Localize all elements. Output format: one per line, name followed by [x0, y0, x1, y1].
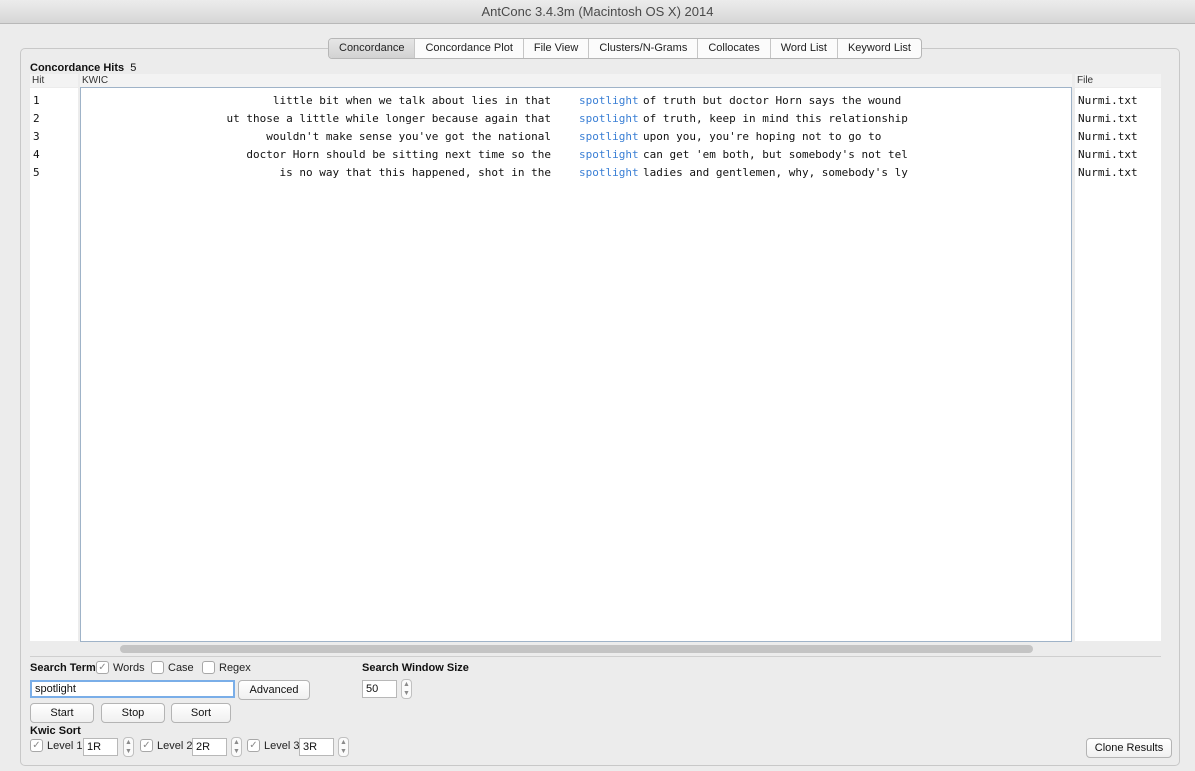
kwic-node-word[interactable]: spotlight: [579, 146, 639, 164]
level-3-stepper[interactable]: ▲ ▼: [338, 737, 349, 757]
search-term-label: Search Term: [30, 662, 96, 674]
kwic-results-pane[interactable]: little bit when we talk about lies in th…: [80, 87, 1072, 642]
tool-tabs: Concordance Concordance Plot File View C…: [328, 38, 922, 59]
words-option[interactable]: ✓ Words: [96, 661, 145, 674]
concordance-hits-count: 5: [130, 62, 137, 74]
window-title-bar: AntConc 3.4.3m (Macintosh OS X) 2014: [0, 0, 1195, 24]
level-2-stepper[interactable]: ▲ ▼: [231, 737, 242, 757]
kwic-row[interactable]: wouldn't make sense you've got the natio…: [81, 128, 1071, 146]
level-2-input[interactable]: [192, 738, 227, 756]
file-name[interactable]: Nurmi.txt: [1078, 146, 1138, 164]
kwic-right-context: of truth but doctor Horn says the wound: [643, 94, 902, 107]
level-1-option[interactable]: ✓ Level 1: [30, 739, 82, 752]
tab-word-list[interactable]: Word List: [769, 39, 837, 58]
words-label: Words: [113, 661, 145, 674]
level-2-option[interactable]: ✓ Level 2: [140, 739, 192, 752]
tab-clusters-ngrams[interactable]: Clusters/N-Grams: [588, 39, 697, 58]
file-name[interactable]: Nurmi.txt: [1078, 92, 1138, 110]
hit-column-header[interactable]: Hit: [30, 74, 78, 87]
kwic-right-context: upon you, you're hoping not to go to: [643, 130, 882, 143]
concordance-hits-label: Concordance Hits: [30, 62, 125, 74]
level-2-checkbox[interactable]: ✓: [140, 739, 153, 752]
kwic-row[interactable]: ut those a little while longer because a…: [81, 110, 1071, 128]
level-3-input[interactable]: [299, 738, 334, 756]
level-1-checkbox[interactable]: ✓: [30, 739, 43, 752]
concordance-hits: Concordance Hits 5: [30, 62, 136, 74]
search-window-size-input[interactable]: [362, 680, 397, 698]
level-3-checkbox[interactable]: ✓: [247, 739, 260, 752]
search-term-input[interactable]: [30, 680, 235, 698]
level-3-label: Level 3: [264, 739, 300, 752]
kwic-right-context: of truth, keep in mind this relationship: [643, 112, 908, 125]
kwic-right-context: ladies and gentlemen, why, somebody's ly: [643, 166, 908, 179]
case-checkbox[interactable]: [151, 661, 164, 674]
case-label: Case: [168, 661, 194, 674]
tab-collocates[interactable]: Collocates: [697, 39, 769, 58]
regex-option[interactable]: Regex: [202, 661, 251, 674]
kwic-right-context: can get 'em both, but somebody's not tel: [643, 148, 908, 161]
kwic-column-header[interactable]: KWIC: [80, 74, 1072, 87]
window-title: AntConc 3.4.3m (Macintosh OS X) 2014: [481, 4, 714, 19]
level-1-label: Level 1: [47, 739, 83, 752]
level-2-label: Level 2: [157, 739, 193, 752]
hit-column[interactable]: 1 2 3 4 5: [30, 88, 78, 641]
hit-number[interactable]: 3: [33, 128, 40, 146]
kwic-left-context: ut those a little while longer because a…: [226, 112, 551, 125]
regex-checkbox[interactable]: [202, 661, 215, 674]
file-column[interactable]: Nurmi.txt Nurmi.txt Nurmi.txt Nurmi.txt …: [1075, 88, 1161, 641]
clone-results-button[interactable]: Clone Results: [1086, 738, 1172, 758]
kwic-left-context: doctor Horn should be sitting next time …: [246, 148, 551, 161]
kwic-row[interactable]: little bit when we talk about lies in th…: [81, 92, 1071, 110]
kwic-node-word[interactable]: spotlight: [579, 110, 639, 128]
file-name[interactable]: Nurmi.txt: [1078, 128, 1138, 146]
tab-keyword-list[interactable]: Keyword List: [836, 39, 921, 58]
level-1-stepper[interactable]: ▲ ▼: [123, 737, 134, 757]
advanced-button[interactable]: Advanced: [238, 680, 310, 700]
regex-label: Regex: [219, 661, 251, 674]
kwic-left-context: is no way that this happened, shot in th…: [279, 166, 551, 179]
kwic-node-word[interactable]: spotlight: [579, 128, 639, 146]
file-column-header[interactable]: File: [1075, 74, 1161, 87]
tab-concordance-plot[interactable]: Concordance Plot: [414, 39, 522, 58]
kwic-left-context: little bit when we talk about lies in th…: [272, 94, 551, 107]
level-1-input[interactable]: [83, 738, 118, 756]
level-3-option[interactable]: ✓ Level 3: [247, 739, 299, 752]
stop-button[interactable]: Stop: [101, 703, 165, 723]
kwic-sort-label: Kwic Sort: [30, 725, 81, 737]
words-checkbox[interactable]: ✓: [96, 661, 109, 674]
kwic-row[interactable]: is no way that this happened, shot in th…: [81, 164, 1071, 182]
hit-number[interactable]: 5: [33, 164, 40, 182]
kwic-node-word[interactable]: spotlight: [579, 92, 639, 110]
kwic-left-context: wouldn't make sense you've got the natio…: [266, 130, 551, 143]
file-name[interactable]: Nurmi.txt: [1078, 164, 1138, 182]
hit-number[interactable]: 4: [33, 146, 40, 164]
divider: [30, 656, 1161, 657]
start-button[interactable]: Start: [30, 703, 94, 723]
search-window-size-stepper[interactable]: ▲ ▼: [401, 679, 412, 699]
kwic-node-word[interactable]: spotlight: [579, 164, 639, 182]
horizontal-scrollbar[interactable]: [120, 645, 1033, 653]
search-window-size-label: Search Window Size: [362, 662, 469, 674]
case-option[interactable]: Case: [151, 661, 194, 674]
tab-concordance[interactable]: Concordance: [329, 39, 415, 58]
hit-number[interactable]: 2: [33, 110, 40, 128]
kwic-row[interactable]: doctor Horn should be sitting next time …: [81, 146, 1071, 164]
hit-number[interactable]: 1: [33, 92, 40, 110]
sort-button[interactable]: Sort: [171, 703, 231, 723]
tab-file-view[interactable]: File View: [522, 39, 588, 58]
file-name[interactable]: Nurmi.txt: [1078, 110, 1138, 128]
